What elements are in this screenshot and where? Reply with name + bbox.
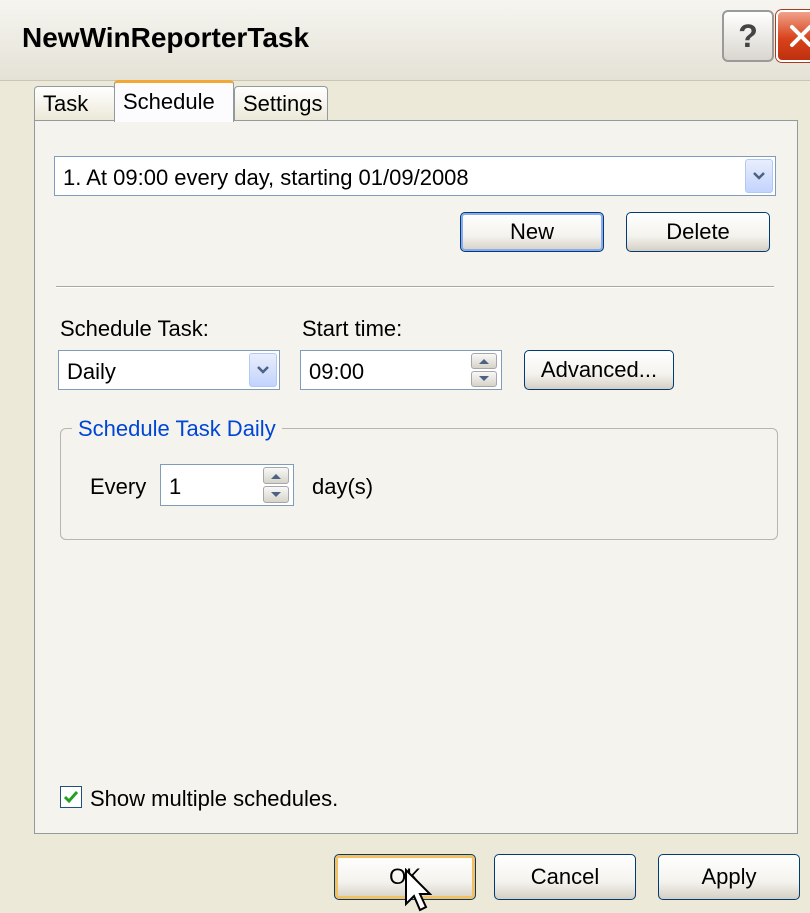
unit-label: day(s) (312, 474, 374, 499)
cancel-button[interactable]: Cancel (494, 854, 636, 900)
advanced-button[interactable]: Advanced... (524, 350, 674, 390)
separator (56, 286, 774, 288)
schedule-list-dropdown[interactable]: 1. At 09:00 every day, starting 01/09/20… (54, 156, 776, 196)
start-time-value: 09:00 (309, 359, 365, 384)
help-icon: ? (738, 17, 758, 54)
every-days-input[interactable]: 1 (160, 464, 294, 506)
every-days-spinner[interactable] (263, 467, 289, 503)
schedule-task-label: Schedule Task: (60, 316, 209, 341)
show-multiple-checkbox[interactable] (60, 786, 82, 808)
show-multiple-label[interactable]: Show multiple schedules. (90, 786, 338, 812)
help-button[interactable]: ? (722, 10, 774, 62)
schedule-task-value: Daily (67, 359, 116, 384)
spin-down-icon[interactable] (263, 486, 289, 503)
every-label: Every (90, 474, 147, 499)
start-time-spinner[interactable] (471, 353, 497, 387)
chevron-down-icon[interactable] (745, 159, 773, 193)
start-time-input[interactable]: 09:00 (300, 350, 502, 390)
apply-button[interactable]: Apply (658, 854, 800, 900)
spin-up-icon[interactable] (263, 467, 289, 484)
checkmark-icon (63, 791, 79, 804)
new-button[interactable]: New (460, 212, 604, 252)
chevron-down-icon[interactable] (249, 353, 277, 387)
spin-down-icon[interactable] (471, 371, 497, 387)
window-title: NewWinReporterTask (22, 22, 310, 53)
delete-button[interactable]: Delete (626, 212, 770, 252)
every-days-value: 1 (169, 474, 182, 499)
close-button[interactable] (776, 10, 810, 62)
group-title: Schedule Task Daily (72, 416, 282, 442)
title-bar: NewWinReporterTask ? (0, 0, 810, 81)
schedule-list-value: 1. At 09:00 every day, starting 01/09/20… (63, 165, 469, 190)
close-icon (790, 25, 810, 47)
tab-schedule[interactable]: Schedule (114, 80, 234, 122)
mouse-cursor-icon (405, 868, 432, 912)
tab-settings[interactable]: Settings (234, 86, 328, 120)
schedule-task-dropdown[interactable]: Daily (58, 350, 280, 390)
start-time-label: Start time: (302, 316, 403, 341)
spin-up-icon[interactable] (471, 353, 497, 369)
tab-task[interactable]: Task (34, 86, 116, 120)
